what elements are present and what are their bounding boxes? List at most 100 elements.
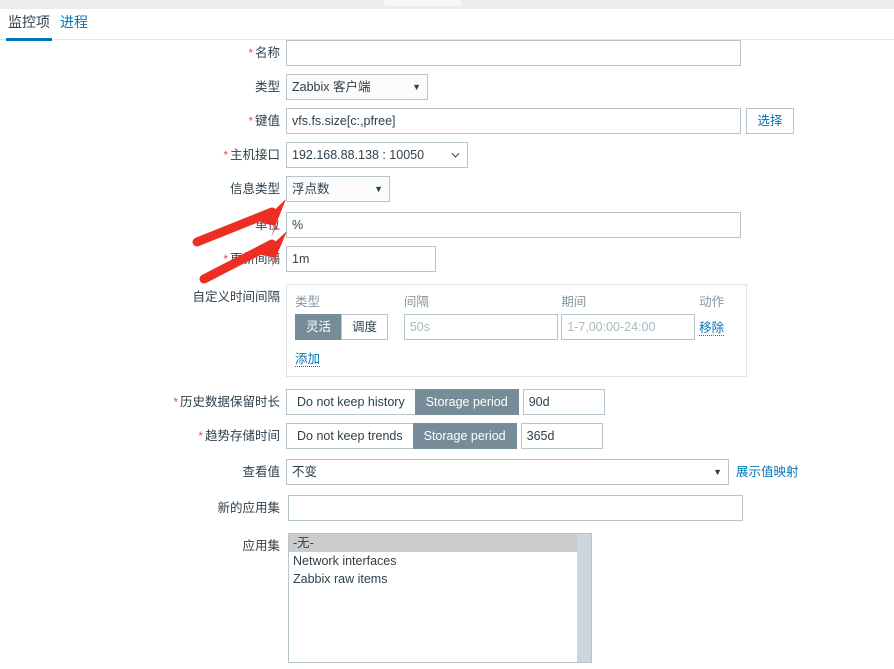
field-history: Do not keep history Storage period [286,389,605,415]
interval-add-link[interactable]: 添加 [295,352,321,367]
label-update-interval: * 更新间隔 [223,252,280,266]
field-host-interface: 192.168.88.138 : 10050 [286,142,468,168]
show-value-text: 不变 [292,465,318,479]
chevron-down-icon: ▼ [374,184,383,194]
list-item[interactable]: Zabbix raw items [289,570,591,588]
tab-process-label: 进程 [60,14,88,30]
tab-item[interactable]: 监控项 [6,12,52,41]
interval-type-scheduling-button[interactable]: 调度 [341,314,389,340]
item-form: * 名称 类型 Zabbix 客户端 ▼ * 键值 vfs.fs.size[c:… [0,40,894,669]
label-host-interface: * 主机接口 [223,148,280,162]
row-trends: * 趋势存储时间 Do not keep trends Storage perio… [0,423,894,449]
list-item[interactable]: -无- [289,534,591,552]
row-custom-intervals: 自定义时间间隔 类型 间隔 期间 动作 灵活 调度 50s 1-7,00:00-… [0,284,894,377]
tab-bar: 监控项 进程 [0,9,894,41]
field-value-type: 浮点数 ▼ [286,176,390,202]
row-key: *键值 选择 [0,108,894,134]
required-star: * [248,46,253,60]
row-value-type: 信息类型 浮点数 ▼ [0,176,894,202]
name-input[interactable] [286,40,741,66]
host-interface-select[interactable]: 192.168.88.138 : 10050 [286,142,468,168]
col-header-period: 期间 [561,295,587,309]
interval-action-cell: 移除 [699,317,738,337]
units-input[interactable] [286,212,741,238]
zabbix-item-form-page: 监控项 进程 * 名称 类型 Zabbix 客户端 ▼ * 键值 vfs.fs.… [0,0,894,669]
update-interval-input[interactable] [286,246,436,272]
field-show-value: 不变 ▼ 展示值映射 [286,459,799,485]
interval-period-input[interactable] [561,314,696,340]
interval-type-flexible-button[interactable]: 灵活 [295,314,342,340]
label-trends: * 趋势存储时间 [198,429,280,443]
trends-storage-period-button[interactable]: Storage period [412,423,517,449]
row-units: 单位 [0,212,894,238]
history-do-not-keep-button[interactable]: Do not keep history [286,389,415,415]
field-key: 选择 [286,108,794,134]
history-storage-input[interactable] [522,389,605,415]
value-type-value: 浮点数 [292,182,330,196]
custom-interval-row: 灵活 调度 移除 [295,314,738,340]
row-new-application: 新的应用集 [0,495,894,521]
label-key: * 键值 [248,114,280,128]
label-custom-intervals: 自定义时间间隔 [192,290,280,304]
show-value-select[interactable]: 不变 ▼ [286,459,729,485]
row-update-interval: * 更新间隔 [0,246,894,272]
value-type-select[interactable]: 浮点数 ▼ [286,176,390,202]
row-history: * 历史数据保留时长 Do not keep history Storage pe… [0,389,894,415]
interval-remove-link[interactable]: 移除 [699,321,725,336]
interval-type-toggle: 灵活 调度 [295,314,389,340]
custom-intervals-header: 类型 间隔 期间 动作 [295,291,738,310]
type-select[interactable]: Zabbix 客户端 ▼ [286,74,428,100]
required-star: * [173,395,178,409]
history-mode-toggle: Do not keep history Storage period [286,389,519,415]
key-select-button[interactable]: 选择 [746,108,794,134]
field-applications: -无- Network interfaces Zabbix raw items [286,533,592,663]
row-show-value: 查看值 不变 ▼ 展示值映射 [0,459,894,485]
new-application-input[interactable] [288,495,743,521]
row-applications: 应用集 -无- Network interfaces Zabbix raw it… [0,533,894,663]
label-show-value: 查看值 [242,465,280,479]
col-header-action: 动作 [699,295,725,309]
interval-delay-input[interactable] [403,314,558,340]
label-history: * 历史数据保留时长 [173,395,280,409]
host-interface-value: 192.168.88.138 : 10050 [292,148,425,162]
label-type: 类型 [254,80,280,94]
required-star: * [223,252,228,266]
applications-listbox[interactable]: -无- Network interfaces Zabbix raw items [288,533,592,663]
field-new-application [286,495,743,521]
top-strip [0,0,894,9]
applications-listbox-scrollbar[interactable] [577,534,591,662]
label-new-application: 新的应用集 [217,501,280,515]
label-name: * 名称 [248,46,280,60]
field-custom-intervals: 类型 间隔 期间 动作 灵活 调度 50s 1-7,00:00-24:00 移除… [286,284,747,377]
custom-intervals-box: 类型 间隔 期间 动作 灵活 调度 50s 1-7,00:00-24:00 移除… [286,284,747,377]
trends-mode-toggle: Do not keep trends Storage period [286,423,517,449]
row-type: 类型 Zabbix 客户端 ▼ [0,74,894,100]
row-host-interface: * 主机接口 192.168.88.138 : 10050 [0,142,894,168]
type-select-value: Zabbix 客户端 [292,80,371,94]
list-item[interactable]: Network interfaces [289,552,591,570]
history-storage-period-button[interactable]: Storage period [414,389,519,415]
field-type: Zabbix 客户端 ▼ [286,74,428,100]
field-update-interval [286,246,436,272]
trends-do-not-keep-button[interactable]: Do not keep trends [286,423,413,449]
field-name [286,40,741,66]
interval-type-toggle-cell: 灵活 调度 [295,314,404,340]
tab-process[interactable]: 进程 [58,12,90,38]
value-mapping-link[interactable]: 展示值映射 [736,459,799,485]
top-strip-chip [384,0,462,6]
field-units [286,212,741,238]
chevron-down-icon [451,152,460,158]
chevron-down-icon: ▼ [412,82,421,92]
col-header-interval: 间隔 [403,295,429,309]
label-value-type: 信息类型 [229,182,280,196]
required-star: * [198,429,203,443]
interval-delay-cell [403,314,561,340]
label-applications: 应用集 [242,539,280,553]
required-star: * [248,114,253,128]
trends-storage-input[interactable] [520,423,603,449]
interval-period-cell [561,314,699,340]
chevron-down-icon: ▼ [713,467,722,477]
row-name: * 名称 [0,40,894,66]
tab-item-label: 监控项 [8,14,50,30]
key-input[interactable] [286,108,741,134]
